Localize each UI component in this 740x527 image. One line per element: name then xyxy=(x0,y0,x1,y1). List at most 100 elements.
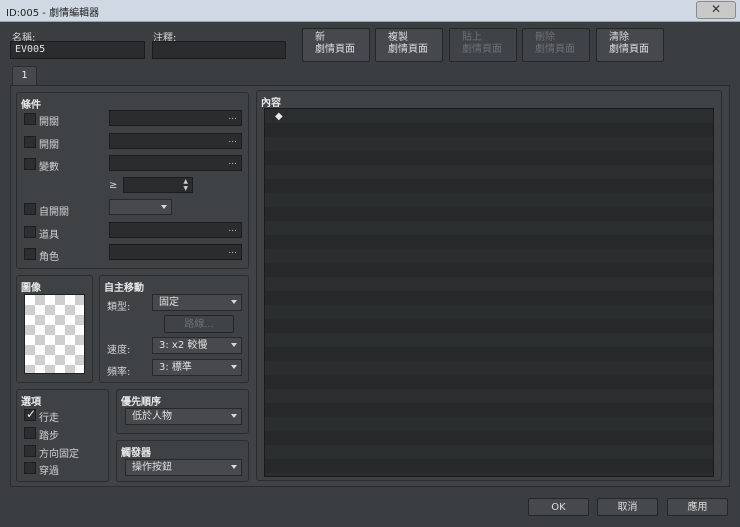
list-row[interactable] xyxy=(265,235,713,249)
move-type-value: 固定 xyxy=(159,297,179,308)
paste-page-line1: 貼上 xyxy=(462,32,482,43)
list-row[interactable] xyxy=(265,389,713,403)
list-row[interactable] xyxy=(265,347,713,361)
name-field[interactable]: EV005 xyxy=(10,41,145,59)
variable-checkbox[interactable] xyxy=(24,158,36,170)
through-checkbox[interactable] xyxy=(24,462,36,474)
walking-label: 行走 xyxy=(39,413,59,424)
list-row[interactable] xyxy=(265,333,713,347)
actor-label: 角色 xyxy=(39,252,59,263)
tab-page-1[interactable]: 1 xyxy=(12,66,37,86)
list-row[interactable] xyxy=(265,109,713,123)
variable-selector[interactable]: ... xyxy=(109,155,242,171)
move-speed-combo[interactable]: 3: x2 較慢 xyxy=(152,337,242,354)
switch1-selector[interactable]: ... xyxy=(109,110,242,126)
paste-page-line2: 劇情頁面 xyxy=(462,44,502,55)
delete-page-button[interactable]: 刪除 劇情頁面 xyxy=(522,28,590,62)
trigger-title: 觸發器 xyxy=(121,448,151,459)
list-row[interactable] xyxy=(265,151,713,165)
window-title: ID:005 - 劇情編輯器 xyxy=(6,8,100,19)
copy-page-button[interactable]: 複製 劇情頁面 xyxy=(375,28,443,62)
new-page-line2: 劇情頁面 xyxy=(315,44,355,55)
item-dots: ... xyxy=(228,224,237,234)
switch2-selector[interactable]: ... xyxy=(109,133,242,149)
item-checkbox[interactable] xyxy=(24,226,36,238)
switch2-checkbox[interactable] xyxy=(24,136,36,148)
list-row[interactable] xyxy=(265,137,713,151)
through-label: 穿過 xyxy=(39,466,59,477)
list-row[interactable] xyxy=(265,179,713,193)
actor-selector[interactable]: ... xyxy=(109,244,242,260)
title-bar: ID:005 - 劇情編輯器 ✕ xyxy=(0,0,740,22)
switch1-checkbox[interactable] xyxy=(24,113,36,125)
variable-dots: ... xyxy=(228,157,237,167)
list-row[interactable] xyxy=(265,319,713,333)
chevron-down-icon xyxy=(231,343,237,347)
list-row[interactable] xyxy=(265,193,713,207)
list-row[interactable] xyxy=(265,403,713,417)
list-row[interactable] xyxy=(265,431,713,445)
actor-dots: ... xyxy=(228,246,237,256)
image-title: 圖像 xyxy=(21,283,41,294)
event-image-preview[interactable] xyxy=(24,294,85,374)
chevron-down-icon xyxy=(161,205,167,209)
list-row[interactable] xyxy=(265,221,713,235)
trigger-combo[interactable]: 操作按鈕 xyxy=(125,459,242,476)
list-row[interactable] xyxy=(265,473,713,476)
delete-page-line2: 劇情頁面 xyxy=(535,44,575,55)
spin-down-icon[interactable]: ▼ xyxy=(183,185,188,192)
apply-button[interactable]: 應用 xyxy=(667,498,728,516)
list-row[interactable] xyxy=(265,305,713,319)
variable-value-spinner[interactable]: ▲ ▼ xyxy=(123,177,193,193)
chevron-down-icon xyxy=(231,465,237,469)
list-row[interactable] xyxy=(265,375,713,389)
variable-label: 變數 xyxy=(39,162,59,173)
new-page-line1: 新 xyxy=(315,32,325,43)
move-type-combo[interactable]: 固定 xyxy=(152,294,242,311)
list-row[interactable] xyxy=(265,361,713,375)
self-switch-label: 自開關 xyxy=(39,207,69,218)
command-marker-icon[interactable]: ◆ xyxy=(275,111,283,122)
autonomous-title: 自主移動 xyxy=(104,283,144,294)
self-switch-checkbox[interactable] xyxy=(24,203,36,215)
spin-up-icon[interactable]: ▲ xyxy=(183,178,188,185)
copy-page-line2: 劇情頁面 xyxy=(388,44,428,55)
list-row[interactable] xyxy=(265,277,713,291)
switch2-label: 開關 xyxy=(39,140,59,151)
move-freq-combo[interactable]: 3: 標準 xyxy=(152,359,242,376)
new-page-button[interactable]: 新 劇情頁面 xyxy=(302,28,370,62)
move-speed-label: 速度: xyxy=(107,345,131,356)
switch1-dots: ... xyxy=(228,112,237,122)
list-row[interactable] xyxy=(265,445,713,459)
paste-page-button[interactable]: 貼上 劇情頁面 xyxy=(449,28,517,62)
contents-title: 內容 xyxy=(261,98,281,109)
clear-page-button[interactable]: 清除 劇情頁面 xyxy=(596,28,664,62)
list-row[interactable] xyxy=(265,123,713,137)
list-row[interactable] xyxy=(265,263,713,277)
clear-page-line2: 劇情頁面 xyxy=(609,44,649,55)
note-field[interactable] xyxy=(152,41,286,59)
ok-button[interactable]: OK xyxy=(528,498,589,516)
walking-checkbox[interactable] xyxy=(24,407,36,421)
actor-checkbox[interactable] xyxy=(24,248,36,260)
list-row[interactable] xyxy=(265,459,713,473)
item-label: 道具 xyxy=(39,230,59,241)
self-switch-combo[interactable] xyxy=(109,199,172,215)
list-row[interactable] xyxy=(265,207,713,221)
event-command-list[interactable]: ◆ xyxy=(264,108,714,477)
stepping-checkbox[interactable] xyxy=(24,427,36,439)
cancel-button[interactable]: 取消 xyxy=(597,498,658,516)
close-button[interactable]: ✕ xyxy=(696,1,736,19)
copy-page-line1: 複製 xyxy=(388,32,408,43)
list-row[interactable] xyxy=(265,291,713,305)
direction-fix-checkbox[interactable] xyxy=(24,445,36,457)
list-row[interactable] xyxy=(265,417,713,431)
list-row[interactable] xyxy=(265,249,713,263)
route-button[interactable]: 路線... xyxy=(164,315,234,333)
item-selector[interactable]: ... xyxy=(109,222,242,238)
priority-combo[interactable]: 低於人物 xyxy=(125,408,242,425)
move-speed-value: 3: x2 較慢 xyxy=(159,340,208,351)
stepping-label: 踏步 xyxy=(39,431,59,442)
chevron-down-icon xyxy=(231,300,237,304)
list-row[interactable] xyxy=(265,165,713,179)
